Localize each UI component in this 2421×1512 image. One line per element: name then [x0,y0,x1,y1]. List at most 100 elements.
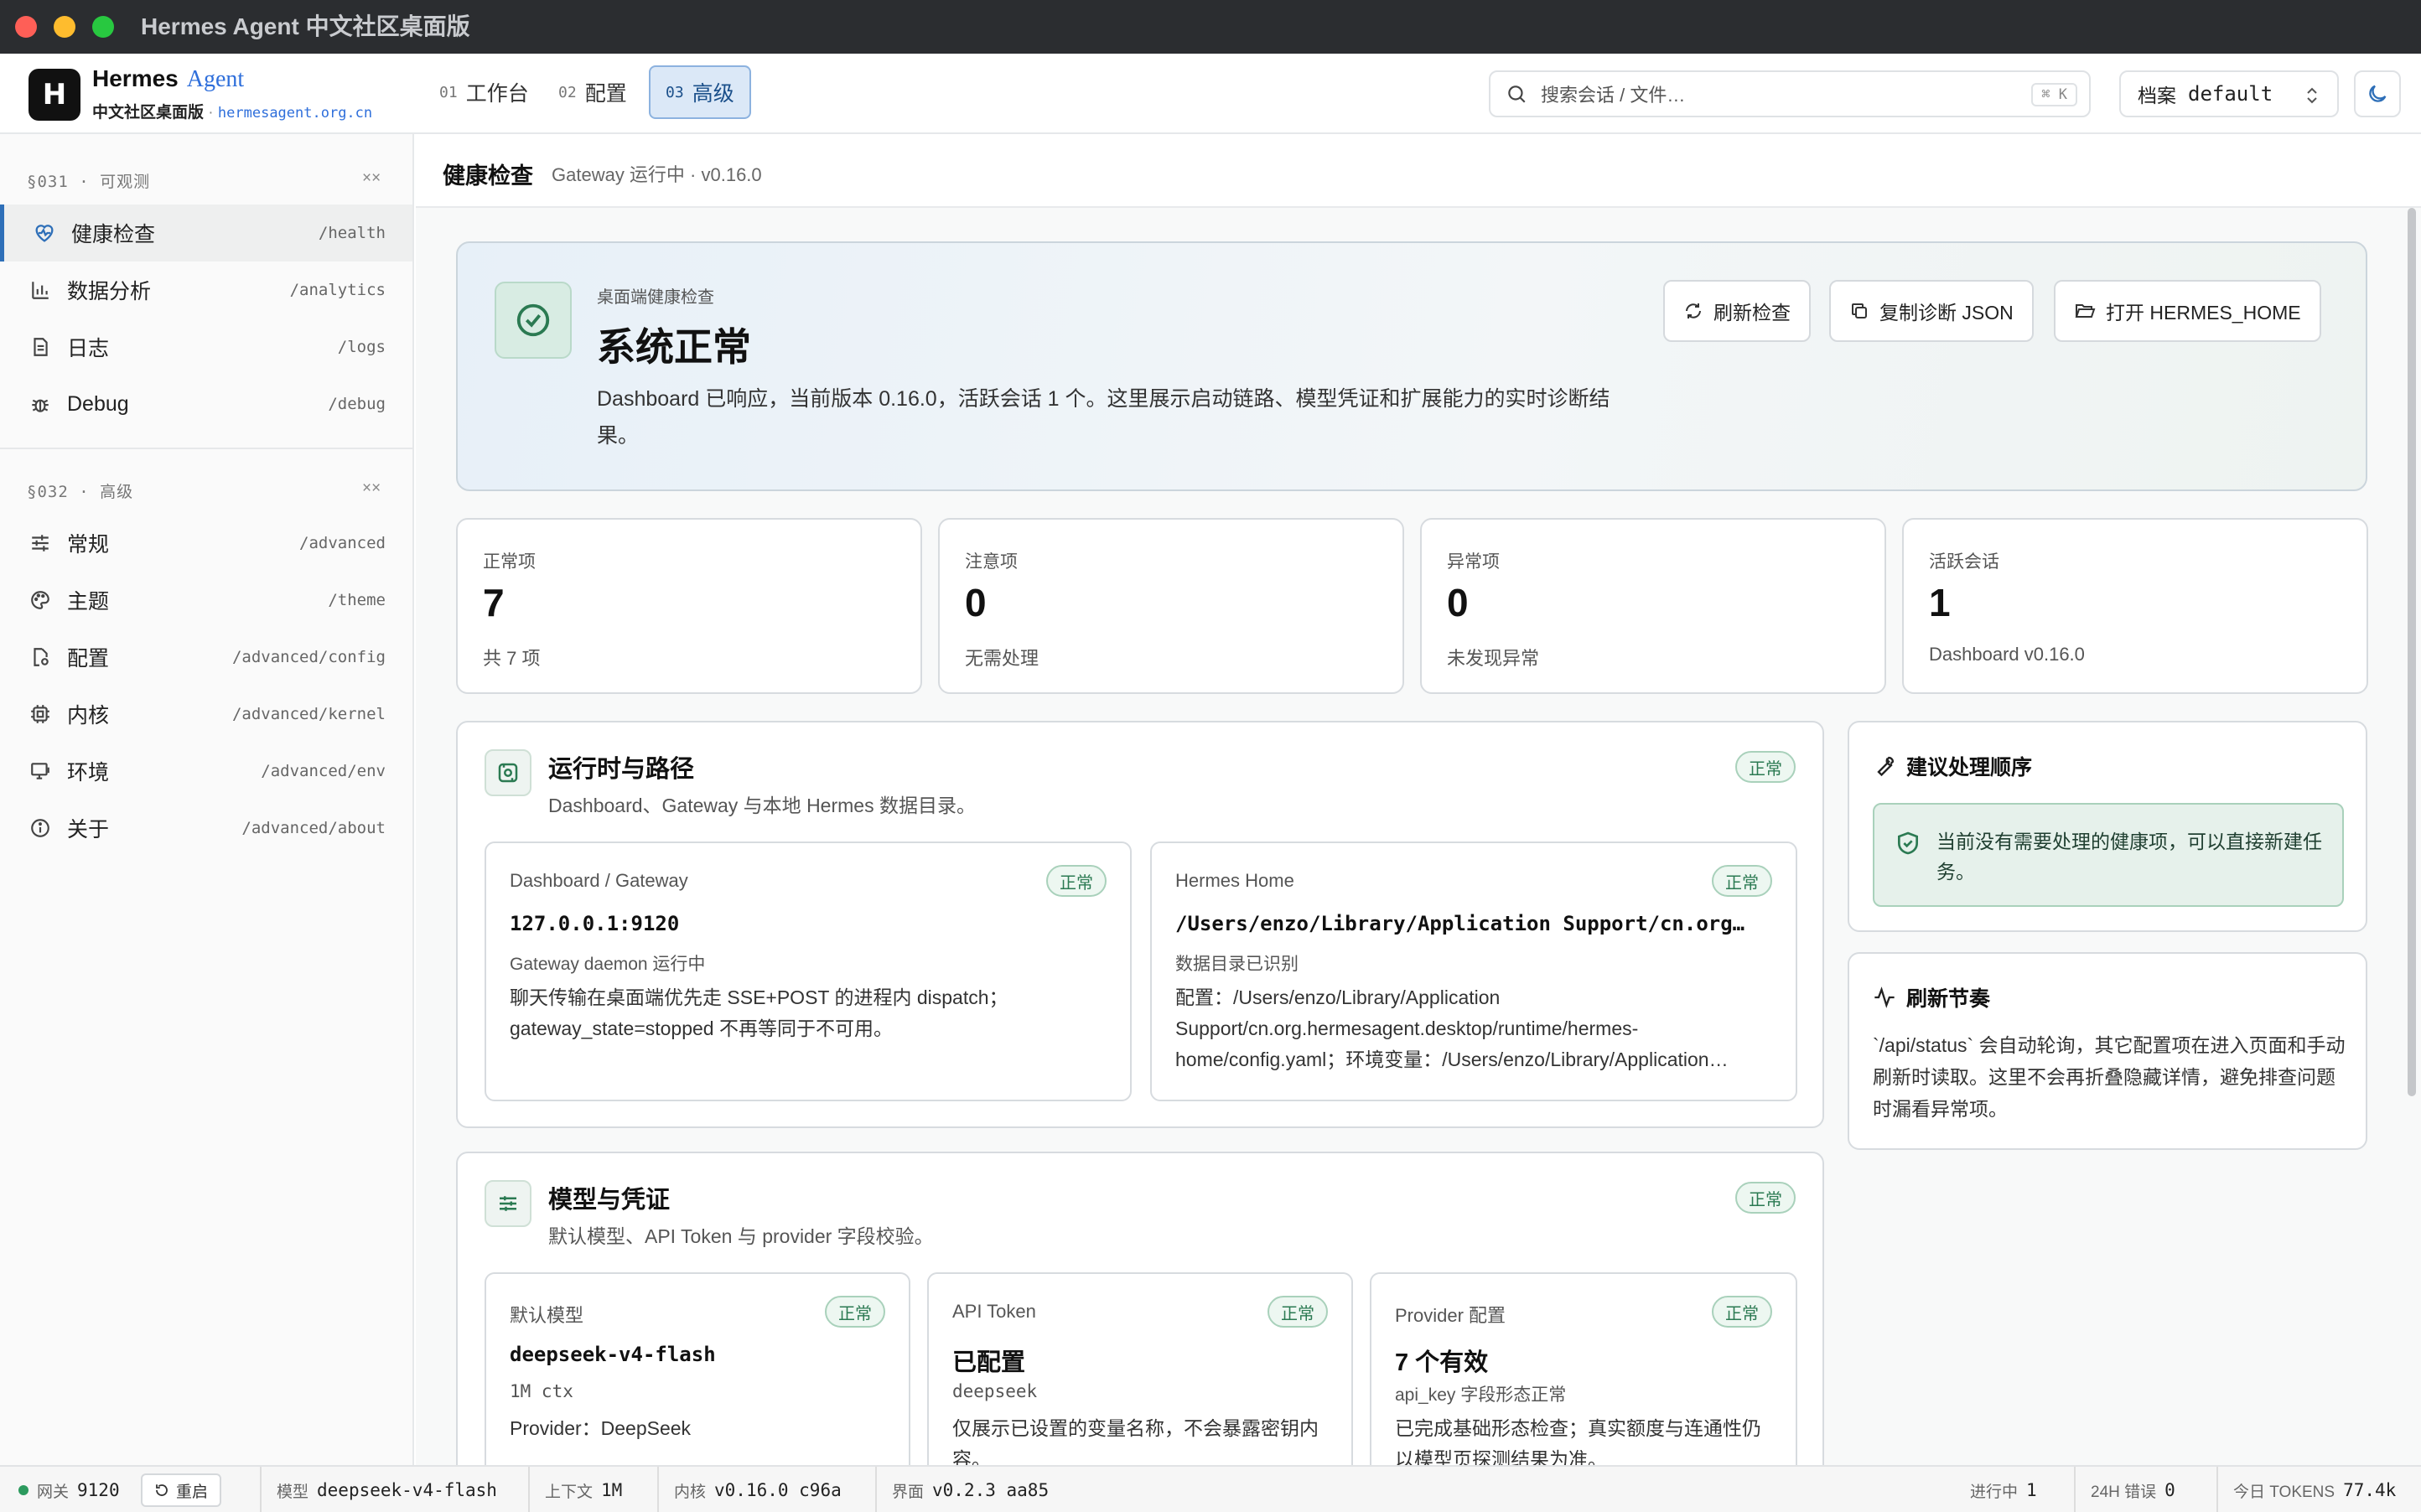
sidebar-item-label: 日志 [67,337,110,360]
sidebar-item-label: 健康检查 [71,223,156,246]
status-label: 上下文 [545,1483,594,1501]
sidebar-item-health[interactable]: 健康检查 /health [0,205,412,261]
model-status: 模型 deepseek-v4-flash [260,1467,497,1512]
brand-domain[interactable]: hermesagent.org.cn [218,105,372,122]
cpu-icon [29,702,52,726]
status-badge: 正常 [1735,1182,1796,1214]
status-value: 1M [601,1480,623,1500]
status-value: 0 [2164,1480,2175,1500]
bar-chart-icon [29,278,52,302]
sidebar-item-env[interactable]: 环境 /advanced/env [0,743,412,800]
sidebar-item-analytics[interactable]: 数据分析 /analytics [0,261,412,318]
tile-value: deepseek-v4-flash [510,1343,716,1366]
tile-value: /Users/enzo/Library/Application Support/… [1175,912,1745,935]
sidebar-item-path: /advanced/config [231,648,386,666]
copy-diagnostics-button[interactable]: 复制诊断 JSON [1829,280,2034,342]
collapse-section-button[interactable]: ×× [362,479,381,498]
sidebar-item-debug[interactable]: Debug /debug [0,375,412,432]
running-status: 进行中 1 [1970,1467,2037,1512]
tile-value: 已配置 [952,1349,1026,1376]
restart-button[interactable]: 重启 [141,1473,222,1507]
close-window-button[interactable] [15,16,37,38]
tile-value: 127.0.0.1:9120 [510,912,680,935]
sidebar-item-theme[interactable]: 主题 /theme [0,572,412,629]
open-hermes-home-button[interactable]: 打开 HERMES_HOME [2054,280,2321,342]
ui-version-status: 界面 v0.2.3 aa85 [875,1467,1049,1512]
tile-description: 仅展示已设置的变量名称，不会暴露密钥内容。 [952,1417,1319,1465]
stat-value: 0 [965,581,987,624]
profile-value: default [2188,82,2273,106]
runtime-gateway-tile: Dashboard / Gateway 正常 127.0.0.1:9120 Ga… [485,841,1132,1101]
sidebar-item-about[interactable]: 关于 /advanced/about [0,800,412,857]
status-value: v0.2.3 aa85 [932,1480,1050,1500]
stat-card-warning: 注意项 0 无需处理 [938,518,1404,694]
stat-note: 共 7 项 [483,648,541,669]
status-badge: 正常 [1268,1296,1328,1328]
status-value: 1 [2026,1480,2037,1500]
sidebar-item-config[interactable]: 配置 /advanced/config [0,629,412,686]
sidebar: §031 · 可观测 ×× 健康检查 /health 数据分析 /analyti… [0,134,414,1465]
refresh-text: `/api/status` 会自动轮询，其它配置项在进入页面和手动刷新时读取。这… [1873,1034,2346,1120]
tile-description: 配置：/Users/enzo/Library/Application Suppo… [1175,986,1729,1070]
card-title: 运行时与路径 [548,756,695,783]
sidebar-item-kernel[interactable]: 内核 /advanced/kernel [0,686,412,743]
check-circle-icon [495,282,572,359]
tile-description: Provider：DeepSeek [510,1417,692,1439]
sidebar-divider [0,448,414,449]
error-status: 24H 错误 0 [2074,1467,2175,1512]
kernel-status: 内核 v0.16.0 c96a [657,1467,842,1512]
minimize-window-button[interactable] [54,16,75,38]
sidebar-item-path: /theme [328,591,386,609]
gateway-status: 网关 9120 [18,1467,120,1512]
gateway-port: 9120 [77,1480,120,1500]
theme-toggle-button[interactable] [2354,70,2401,117]
maximize-window-button[interactable] [92,16,114,38]
sliders-icon [485,1180,531,1227]
search-input[interactable]: 搜索会话 / 文件… ⌘ K [1489,70,2091,117]
sidebar-item-label: 主题 [67,590,110,614]
tab-number: 01 [439,83,458,101]
app-window: Hermes Agent 中文社区桌面版 H Hermes Agent 中文社区桌… [0,0,2421,1512]
collapse-section-button[interactable]: ×× [362,169,381,188]
status-label: 界面 [892,1483,925,1501]
app-logo[interactable]: H [29,69,80,121]
tab-advanced[interactable]: 03 高级 [649,65,751,119]
runtime-home-tile: Hermes Home 正常 /Users/enzo/Library/Appli… [1150,841,1797,1101]
stat-card-ok: 正常项 7 共 7 项 [456,518,922,694]
copy-icon [1852,303,1867,318]
sidebar-item-general[interactable]: 常规 /advanced [0,515,412,572]
button-label: 刷新检查 [1713,302,1791,324]
refresh-check-button[interactable]: 刷新检查 [1663,280,1811,342]
tab-label: 工作台 [465,82,529,106]
status-badge: 正常 [1712,1296,1772,1328]
card-title: 刷新节奏 [1906,987,1991,1011]
sidebar-item-label: 关于 [67,818,110,841]
tab-number: 02 [558,83,577,101]
status-badge: 正常 [1735,751,1796,783]
system-status: 系统正常 [597,325,751,369]
monitor-icon [29,759,52,783]
bug-icon [29,392,52,416]
profile-label: 档案 [2138,85,2176,106]
sidebar-item-label: 内核 [67,704,110,728]
tile-meta: 数据目录已识别 [1175,955,1299,974]
profile-select[interactable]: 档案 default [2119,70,2339,117]
main-scrollbar[interactable] [2408,208,2416,1096]
search-icon [1508,85,1526,103]
sidebar-item-label: 常规 [67,533,110,557]
status-badge: 正常 [825,1296,885,1328]
moon-icon [2369,85,2387,102]
stat-label: 注意项 [965,552,1018,572]
shield-check-icon [1898,831,1918,855]
tile-value: 7 个有效 [1395,1349,1489,1376]
tab-config[interactable]: 02 配置 [543,65,642,119]
sidebar-item-path: /advanced/kernel [231,705,386,723]
sidebar-item-path: /analytics [289,281,386,299]
tab-workbench[interactable]: 01 工作台 [424,65,544,119]
tile-label: 默认模型 [510,1305,584,1326]
page-header: 健康检查 Gateway 运行中 · v0.16.0 [416,134,2421,208]
brand-separator: · [208,104,214,122]
server-icon [485,749,531,796]
advice-card: 建议处理顺序 当前没有需要处理的健康项，可以直接新建任务。 [1848,721,2367,932]
sidebar-item-logs[interactable]: 日志 /logs [0,318,412,375]
